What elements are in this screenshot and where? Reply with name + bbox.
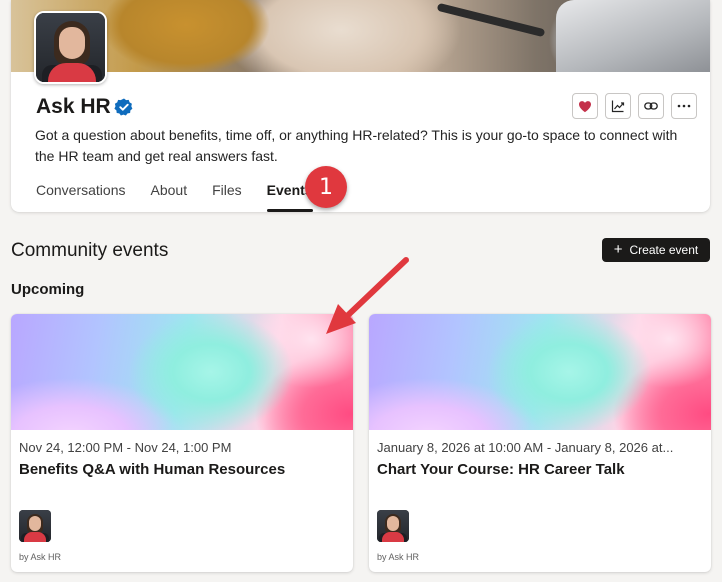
community-header: Ask HR Got a question about benefits, ti… bbox=[11, 0, 710, 212]
host-avatar bbox=[377, 510, 409, 542]
event-date: Nov 24, 12:00 PM - Nov 24, 1:00 PM bbox=[19, 440, 232, 455]
analytics-icon bbox=[611, 100, 625, 113]
step-callout-badge: 1 bbox=[305, 166, 347, 208]
heart-icon bbox=[579, 100, 591, 112]
tab-about[interactable]: About bbox=[151, 182, 188, 210]
plus-icon: + bbox=[613, 241, 623, 258]
event-host: by Ask HR bbox=[19, 552, 62, 562]
more-icon bbox=[677, 104, 691, 108]
link-icon bbox=[644, 102, 658, 110]
banner-laptop bbox=[556, 0, 710, 72]
verified-icon bbox=[114, 97, 134, 117]
analytics-button[interactable] bbox=[605, 93, 631, 119]
create-event-label: Create event bbox=[629, 243, 699, 257]
event-host: by Ask HR bbox=[377, 552, 420, 562]
event-cover-image bbox=[11, 314, 353, 430]
event-title[interactable]: Chart Your Course: HR Career Talk bbox=[377, 461, 625, 478]
event-card[interactable]: Nov 24, 12:00 PM - Nov 24, 1:00 PM Benef… bbox=[11, 314, 353, 572]
favorite-button[interactable] bbox=[572, 93, 598, 119]
copy-link-button[interactable] bbox=[638, 93, 664, 119]
event-cover-image bbox=[369, 314, 711, 430]
event-card[interactable]: January 8, 2026 at 10:00 AM - January 8,… bbox=[369, 314, 711, 572]
cover-image bbox=[11, 0, 710, 72]
host-avatar bbox=[19, 510, 51, 542]
community-title: Ask HR bbox=[36, 95, 111, 118]
tab-conversations[interactable]: Conversations bbox=[36, 182, 126, 210]
community-tabs: Conversations About Files Events bbox=[36, 182, 338, 212]
tab-files[interactable]: Files bbox=[212, 182, 242, 210]
more-options-button[interactable] bbox=[671, 93, 697, 119]
event-title[interactable]: Benefits Q&A with Human Resources bbox=[19, 461, 285, 478]
create-event-button[interactable]: + Create event bbox=[602, 238, 710, 262]
upcoming-heading: Upcoming bbox=[11, 281, 85, 298]
banner-pen bbox=[436, 2, 546, 38]
event-date: January 8, 2026 at 10:00 AM - January 8,… bbox=[377, 440, 674, 455]
community-description: Got a question about benefits, time off,… bbox=[35, 127, 678, 164]
section-title: Community events bbox=[11, 240, 169, 261]
community-avatar bbox=[34, 11, 107, 84]
